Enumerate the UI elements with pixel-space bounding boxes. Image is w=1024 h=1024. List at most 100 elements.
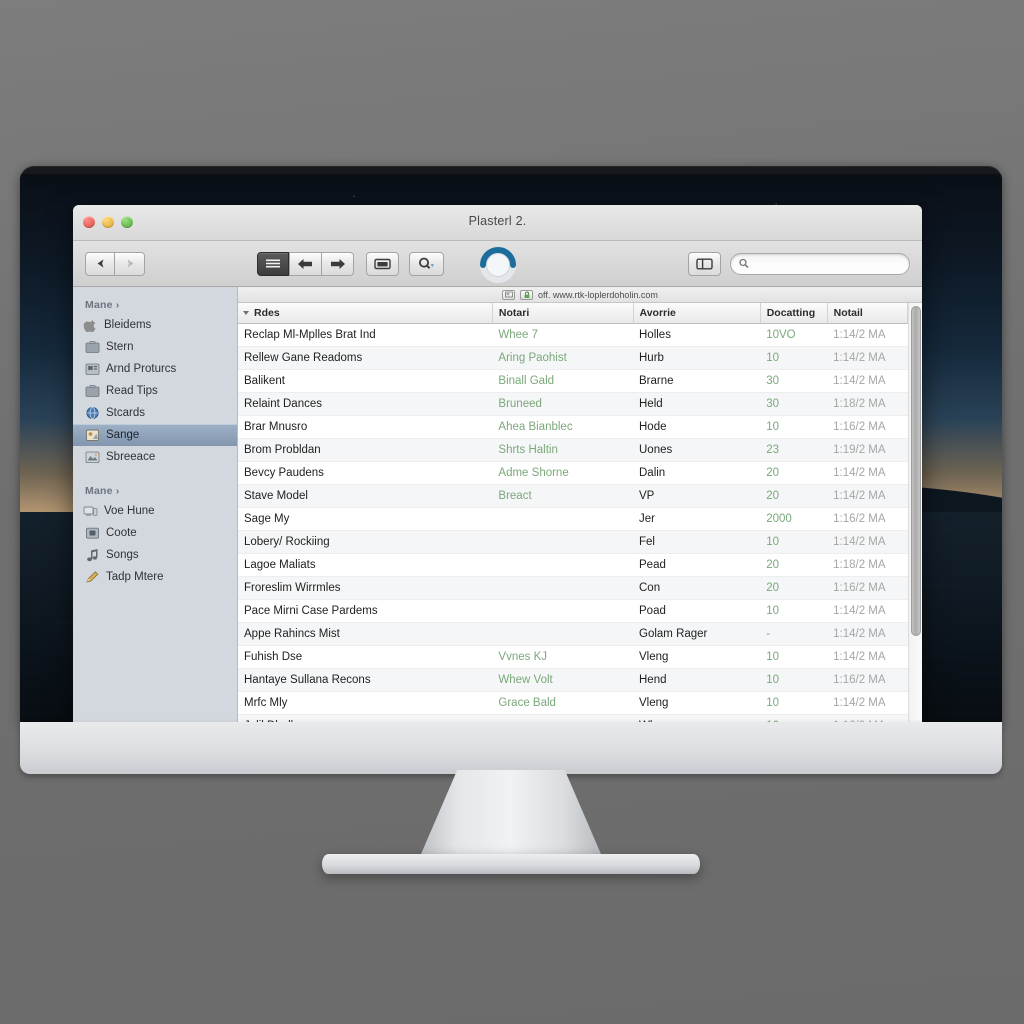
table-row[interactable]: Balikent Binall Gald Brarne 30 1:14/2 MA	[238, 369, 908, 393]
table-row[interactable]: Reclap Ml-Mplles Brat Ind Whee 7 Holles 10V…	[238, 323, 908, 347]
table-row[interactable]: Relaint Dances Bruneed Held 30 1:18/2 MA	[238, 392, 908, 416]
table-row[interactable]: Appe Rahincs Mist Golam Rager -1:14/2 MA	[238, 622, 908, 646]
cell-avorne: Vleng	[633, 645, 761, 669]
forward-button[interactable]	[115, 251, 145, 276]
column-header-doc[interactable]: Docatting	[760, 303, 828, 324]
search-field[interactable]	[730, 252, 910, 275]
table-row[interactable]: Rellew Gane Readoms Aring Paohist Hurb 10 1:…	[238, 346, 908, 370]
arrow-left-button[interactable]	[289, 251, 322, 276]
monitor-foot	[322, 854, 700, 874]
sidebar-item-label: Read Tips	[106, 385, 158, 397]
cell-name: Lagoe Maliats	[238, 553, 493, 577]
sidebar-item-label: Arnd Proturcs	[106, 363, 177, 375]
sidebar-item-coote[interactable]: Coote	[73, 522, 237, 544]
table-row[interactable]: Sage My Jer 2000 1:16/2 MA	[238, 507, 908, 531]
cell-avorne: Con	[633, 576, 761, 600]
cell-notari	[492, 507, 633, 531]
vertical-scrollbar[interactable]	[908, 303, 922, 724]
sidebar-header-0: Mane ›	[85, 299, 120, 311]
apple-icon	[83, 320, 96, 332]
sidebar-item-voe-hune[interactable]: Voe Hune	[73, 500, 237, 522]
scrollbar-thumb[interactable]	[911, 306, 921, 636]
cell-notari	[492, 530, 633, 554]
arrow-right-button[interactable]	[322, 251, 354, 276]
pictures-folder-icon	[85, 363, 100, 375]
cell-name: Sage My	[238, 507, 493, 531]
sidebar-item-read-tips[interactable]: Read Tips	[73, 380, 237, 402]
sidebar-item-stern[interactable]: Stern	[73, 336, 237, 358]
gallery-view-button[interactable]	[366, 251, 399, 276]
cell-doc: 10	[760, 530, 828, 554]
cell-notail: 1:14/2 MA	[827, 530, 908, 554]
table-row[interactable]: Lagoe Maliats Pead 20 1:18/2 MA	[238, 553, 908, 577]
loading-spinner	[472, 235, 524, 287]
cell-name: Reclap Ml-Mplles Brat Ind	[238, 323, 493, 347]
column-header-avorne[interactable]: Avorrie	[633, 303, 761, 324]
table-row[interactable]: Froreslim Wirrmles Con 20 1:16/2 MA	[238, 576, 908, 600]
cell-notail: 1:14/2 MA	[827, 484, 908, 508]
table-row[interactable]: Brar Mnusro Ahea Bianblec Hode 10 1:16/2 MA	[238, 415, 908, 439]
cell-notail: 1:19/2 MA	[827, 438, 908, 462]
search-action-button[interactable]	[409, 251, 444, 276]
path-bar[interactable]: off. www.rtk-loplerdoholin.com	[238, 287, 922, 303]
cell-name: Bevcy Paudens	[238, 461, 493, 485]
cell-notail: 1:14/2 MA	[827, 369, 908, 393]
file-table: Rdes Notari Avorrie Docatting Notail Rec…	[238, 303, 908, 724]
globe-icon	[86, 406, 99, 420]
sidebar-toggle-button[interactable]	[688, 251, 721, 276]
table-row[interactable]: Brom Probldan Shrts Haltin Uones 23 1:19/2 M…	[238, 438, 908, 462]
cell-doc: 2000	[760, 507, 828, 531]
sidebar-item-sange[interactable]: Sange	[73, 424, 237, 446]
sidebar-item-songs[interactable]: Songs	[73, 544, 237, 566]
table-row[interactable]: Bevcy Paudens Adme Shorne Dalin 20 1:14/2 MA	[238, 461, 908, 485]
back-button[interactable]	[85, 251, 115, 276]
file-table-header: Rdes Notari Avorrie Docatting Notail	[238, 303, 908, 324]
cell-doc: 20	[760, 576, 828, 600]
sidebar-item-label: Stcards	[106, 407, 145, 419]
sidebar-item-label: Voe Hune	[104, 505, 155, 517]
column-header-notail[interactable]: Notail	[827, 303, 908, 324]
window-toolbar	[73, 241, 922, 287]
table-row[interactable]: Pace Mirni Case Pardems Poad 10 1:14/2 MA	[238, 599, 908, 623]
cell-notari: Binall Gald	[492, 369, 633, 393]
folder-icon	[85, 341, 100, 353]
cell-notail: 1:16/2 MA	[827, 415, 908, 439]
table-row[interactable]: Stave Model Breact VP 20 1:14/2 MA	[238, 484, 908, 508]
cell-doc: 23	[760, 438, 828, 462]
table-row[interactable]: Hantaye Sullana Recons Whew Volt Hend 10 1:1…	[238, 668, 908, 692]
cell-avorne: Brarne	[633, 369, 761, 393]
cell-avorne: Golam Rager	[633, 622, 761, 646]
cell-doc: 10	[760, 415, 828, 439]
sidebar-item-label: Tadp Mtere	[106, 571, 164, 583]
cell-doc: 10	[760, 668, 828, 692]
cell-notari: Whee 7	[492, 323, 633, 347]
cell-notari	[492, 576, 633, 600]
sort-caret-icon	[243, 310, 249, 315]
app-icon	[86, 429, 99, 441]
cell-name: Appe Rahincs Mist	[238, 622, 493, 646]
table-row[interactable]: Lobery/ Rockiing Fel 10 1:14/2 MA	[238, 530, 908, 554]
file-table-scroll[interactable]: Rdes Notari Avorrie Docatting Notail Rec…	[238, 303, 908, 724]
sidebar[interactable]: Mane › Bleidems Stern Arnd Proturcs Read…	[73, 287, 238, 724]
column-header-name[interactable]: Rdes	[238, 303, 493, 324]
cell-notail: 1:16/2 MA	[827, 507, 908, 531]
cell-notail: 1:14/2 MA	[827, 599, 908, 623]
cell-doc: 20	[760, 461, 828, 485]
sidebar-item-tadp-mtere[interactable]: Tadp Mtere	[73, 566, 237, 588]
cell-name: Brar Mnusro	[238, 415, 493, 439]
list-view-button[interactable]	[257, 251, 289, 276]
column-header-notari[interactable]: Notari	[492, 303, 634, 324]
cell-avorne: Hurb	[633, 346, 761, 370]
disk-icon	[86, 527, 99, 539]
computer-icon	[83, 506, 98, 516]
sidebar-item-stcards[interactable]: Stcards	[73, 402, 237, 424]
sidebar-item-bleidems[interactable]: Bleidems	[73, 314, 237, 336]
search-input[interactable]	[753, 257, 901, 270]
cell-doc: 10	[760, 599, 828, 623]
sidebar-item-sbreeace[interactable]: Sbreeace	[73, 446, 237, 468]
table-row[interactable]: Fuhish Dse Vvnes KJ Vleng 10 1:14/2 MA	[238, 645, 908, 669]
sidebar-item-arnd-proturcs[interactable]: Arnd Proturcs	[73, 358, 237, 380]
cell-notail: 1:18/2 MA	[827, 392, 908, 416]
table-row[interactable]: Mrfc Mly Grace Bald Vleng 10 1:14/2 MA	[238, 691, 908, 715]
cell-notari: Aring Paohist	[492, 346, 633, 370]
